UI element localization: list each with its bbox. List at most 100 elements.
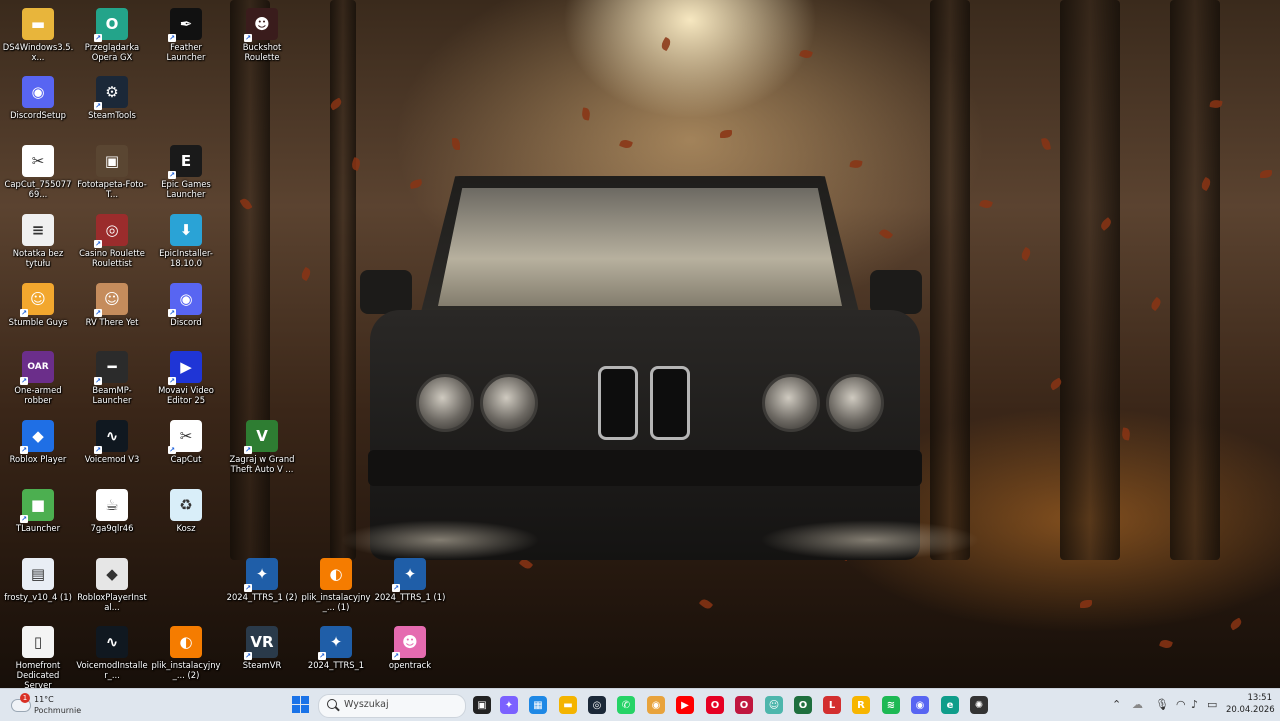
shortcut-arrow-icon: ↗ [20,515,28,523]
desktop-icon-label: opentrack [388,660,432,670]
discord-icon[interactable]: ◉ [911,696,929,714]
steam-icon[interactable]: ◎ [588,696,606,714]
app-icon[interactable]: ☺ [765,696,783,714]
desktop-icon[interactable]: ✒ ↗ Feather Launcher [149,4,223,62]
desktop-icon[interactable]: ✦ ↗ 2024_TTRS_1 (2) [225,554,299,602]
edge-icon[interactable]: e [941,696,959,714]
shortcut-arrow-icon: ↗ [168,34,176,42]
folder-icon: ▬ [22,8,54,40]
shortcut-arrow-icon: ↗ [244,34,252,42]
movavi-icon: ▶ ↗ [168,351,202,385]
shortcut-arrow-icon: ↗ [244,446,252,454]
desktop-icon-label: Fototapeta-Foto-T... [77,179,147,199]
desktop-icon-label: RV There Yet [85,317,139,327]
desktop-icon[interactable]: ◉ DiscordSetup [1,72,75,120]
tree-trunk [930,0,970,560]
desktop-icon[interactable]: ☻ ↗ opentrack [373,622,447,670]
desktop-icon[interactable]: ◐ plik_instalacyjny_... (2) [149,622,223,680]
opera-gx-icon[interactable]: O [735,696,753,714]
desktop-icon-label: TLauncher [15,523,61,533]
shortcut-arrow-icon: ↗ [94,446,102,454]
desktop-icon[interactable]: ⬇ EpicInstaller-18.10.0 [149,210,223,268]
battery-icon[interactable]: ▭ [1207,698,1217,711]
leaf [698,597,714,611]
search-placeholder: Wyszukaj [344,699,389,710]
task-view-icon[interactable]: ▣ [473,696,491,714]
desktop-icon[interactable]: ☕ 7ga9qlr46 [75,485,149,533]
casino-roulette-icon: ◎ ↗ [94,214,128,248]
microphone-icon[interactable]: 🎙︎ [1155,698,1169,711]
shortcut-arrow-icon: ↗ [168,377,176,385]
desktop-icon[interactable]: ∿ VoicemodInstaller_... [75,622,149,680]
desktop-icon[interactable]: O ↗ Przeglądarka Opera GX [75,4,149,62]
desktop-icon[interactable]: ☺ ↗ RV There Yet [75,279,149,327]
desktop-icon[interactable]: ☺ ↗ Stumble Guys [1,279,75,327]
clock-time: 13:51 [1247,693,1273,703]
desktop-icon[interactable]: ✦ ↗ 2024_TTRS_1 [299,622,373,670]
leaf [798,48,814,60]
opera-icon[interactable]: O [706,696,724,714]
spotify-icon[interactable]: ≋ [882,696,900,714]
lexicon-icon[interactable]: L [823,696,841,714]
desktop-icon[interactable]: ✂ ↗ CapCut [149,416,223,464]
desktop-icon[interactable]: E ↗ Epic Games Launcher [149,141,223,199]
desktop-icon[interactable]: ✂ CapCut_75507769... [1,141,75,199]
desktop-icon-label: Notatka bez tytułu [12,248,64,268]
opera-air-icon[interactable]: O [794,696,812,714]
desktop-icon[interactable]: ━ ↗ BeamMP-Launcher [75,347,149,405]
desktop-icon[interactable]: ☻ ↗ Buckshot Roulette [225,4,299,62]
desktop-icon[interactable]: ◆ RobloxPlayerInstal... [75,554,149,612]
recycle-bin-icon: ♻ [170,489,202,521]
desktop-icon[interactable]: ▶ ↗ Movavi Video Editor 25 [149,347,223,405]
desktop-icon[interactable]: ▣ Fototapeta-Foto-T... [75,141,149,199]
youtube-icon[interactable]: ▶ [676,696,694,714]
search-box[interactable]: Wyszukaj [318,694,466,718]
leaf [452,138,460,150]
chrome-icon[interactable]: ◉ [647,696,665,714]
desktop-icon-label: Movavi Video Editor 25 [158,385,214,405]
feather-launcher-icon: ✒ ↗ [168,8,202,42]
ttrs-icon: ✦ ↗ [392,558,426,592]
leaf [299,266,313,282]
desktop-icon[interactable]: ◐ plik_instalacyjny_... (1) [299,554,373,612]
weather-widget[interactable]: 1 11°C Pochmurnie [8,692,98,718]
cloud-sync-icon[interactable]: ☁ [1132,698,1143,711]
show-hidden-icons-chevron-icon[interactable]: ⌃ [1112,698,1121,711]
rv-there-yet-icon: ☺ ↗ [94,283,128,317]
leaf [1158,638,1174,650]
desktop-icon-label: plik_instalacyjny_... (1) [301,592,371,612]
desktop-icon[interactable]: ∿ ↗ Voicemod V3 [75,416,149,464]
desktop-icon[interactable]: ✦ ↗ 2024_TTRS_1 (1) [373,554,447,602]
desktop-icon[interactable]: ♻ Kosz [149,485,223,533]
desktop-icon[interactable]: V ↗ Zagraj w Grand Theft Auto V ... [225,416,299,474]
leaf [1041,137,1051,151]
desktop-icon[interactable]: ▯ Homefront Dedicated Server [1,622,75,688]
desktop-icon[interactable]: ▬ DS4Windows3.5.x... [1,4,75,62]
desktop-icon-label: Homefront Dedicated Server [15,660,61,688]
volume-icon[interactable]: ♪ [1191,698,1198,711]
wifi-icon[interactable]: ◠ [1176,698,1186,711]
desktop-icon[interactable]: ◉ ↗ Discord [149,279,223,327]
roblox-icon: ◆ ↗ [20,420,54,454]
capcut-installer-icon: ✂ [22,145,54,177]
clock[interactable]: 13:51 20.04.2026 [1226,693,1275,715]
explorer-icon[interactable]: ▬ [559,696,577,714]
desktop-icon[interactable]: ≡ Notatka bez tytułu [1,210,75,268]
desktop-icon[interactable]: ◆ ↗ Roblox Player [1,416,75,464]
weather-condition: Pochmurnie [34,706,82,715]
start-button[interactable] [292,696,310,714]
desktop-icon-label: Voicemod V3 [84,454,140,464]
whatsapp-icon[interactable]: ✆ [617,696,635,714]
desktop-icon[interactable]: VR ↗ SteamVR [225,622,299,670]
desktop-icon[interactable]: ▤ frosty_v10_4 (1) [1,554,75,602]
store-icon[interactable]: ▦ [529,696,547,714]
chatgpt-icon[interactable]: ✺ [970,696,988,714]
rockstar-icon[interactable]: R [852,696,870,714]
desktop-icon[interactable]: OAR ↗ One-armed robber [1,347,75,405]
desktop-icon[interactable]: ◎ ↗ Casino Roulette Roulettist [75,210,149,268]
weather-temperature: 11°C [34,695,54,704]
desktop-icon[interactable]: ⚙ ↗ SteamTools [75,72,149,120]
desktop-icon[interactable]: ■ ↗ TLauncher [1,485,75,533]
copilot-icon[interactable]: ✦ [500,696,518,714]
desktop-icon-label: CapCut [170,454,202,464]
